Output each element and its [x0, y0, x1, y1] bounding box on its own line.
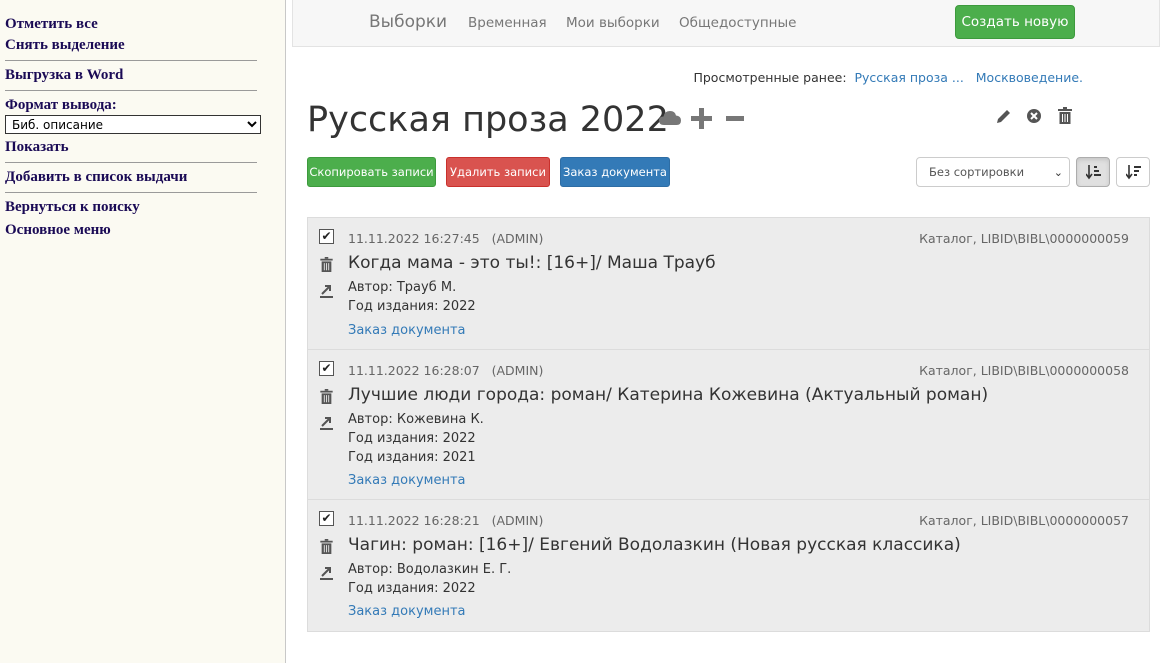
sort-select[interactable]: Без сортировки ⌄	[916, 157, 1070, 187]
show-link[interactable]: Показать	[5, 139, 69, 156]
record-order-link[interactable]: Заказ документа	[348, 604, 466, 619]
navbar: Выборки Временная Мои выборки Общедоступ…	[292, 0, 1160, 47]
record-checkbox[interactable]: ✔	[319, 511, 334, 526]
sort-ascending-icon	[1086, 165, 1101, 180]
record-datetime-value: 11.11.2022 16:27:45	[348, 231, 480, 246]
record-catalog: Каталог, LIBID\BIBL\0000000059	[919, 231, 1129, 246]
sort-ascending-button[interactable]	[1076, 157, 1110, 187]
record-user: (ADMIN)	[491, 513, 544, 528]
divider	[5, 60, 257, 61]
cloud-icon[interactable]	[659, 110, 681, 126]
record-title[interactable]: Когда мама - это ты!: [16+]/ Маша Трауб	[348, 253, 716, 273]
page-title: Русская проза 2022	[307, 100, 669, 140]
divider	[5, 90, 257, 91]
minus-icon[interactable]	[726, 116, 744, 121]
delete-records-button[interactable]: Удалить записи	[446, 157, 550, 187]
record-order-link[interactable]: Заказ документа	[348, 323, 466, 338]
divider	[5, 162, 257, 163]
add-to-issue-link[interactable]: Добавить в список выдачи	[5, 169, 187, 186]
deselect-link[interactable]: Снять выделение	[5, 37, 125, 54]
sort-descending-icon	[1126, 165, 1141, 180]
left-menu-frame: Отметить все Снять выделение Выгрузка в …	[0, 0, 286, 663]
main-menu-link[interactable]: Основное меню	[5, 222, 111, 239]
previously-viewed-link[interactable]: Москвоведение.	[976, 70, 1083, 85]
trash-icon[interactable]	[319, 257, 334, 272]
sort-descending-button[interactable]	[1116, 157, 1150, 187]
records-list: ✔ 11.11.2022 16:27:45 (ADMIN) Каталог, L…	[307, 217, 1150, 632]
pencil-icon[interactable]	[996, 108, 1012, 124]
record-datetime: 11.11.2022 16:28:21 (ADMIN)	[348, 513, 543, 528]
record-title[interactable]: Лучшие люди города: роман/ Катерина Коже…	[348, 385, 988, 405]
record-user: (ADMIN)	[491, 363, 544, 378]
record-year: Год издания: 2022	[348, 299, 476, 314]
main-frame: Выборки Временная Мои выборки Общедоступ…	[287, 0, 1161, 663]
record-year: Год издания: 2022	[348, 431, 476, 446]
record-datetime: 11.11.2022 16:28:07 (ADMIN)	[348, 363, 543, 378]
record-order-link[interactable]: Заказ документа	[348, 473, 466, 488]
record-item: ✔ 11.11.2022 16:28:07 (ADMIN) Каталог, L…	[308, 350, 1149, 500]
record-item: ✔ 11.11.2022 16:27:45 (ADMIN) Каталог, L…	[308, 218, 1149, 350]
format-select[interactable]: Биб. описание	[5, 115, 261, 134]
record-author: Автор: Трауб М.	[348, 280, 457, 295]
trash-icon[interactable]	[319, 389, 334, 404]
record-user: (ADMIN)	[491, 231, 544, 246]
plus-icon[interactable]	[691, 108, 712, 129]
order-document-button[interactable]: Заказ документа	[560, 157, 670, 187]
record-datetime-value: 11.11.2022 16:28:07	[348, 363, 480, 378]
record-datetime-value: 11.11.2022 16:28:21	[348, 513, 480, 528]
record-catalog: Каталог, LIBID\BIBL\0000000057	[919, 513, 1129, 528]
copy-records-button[interactable]: Скопировать записи	[307, 157, 436, 187]
export-word-link[interactable]: Выгрузка в Word	[5, 67, 123, 84]
record-checkbox[interactable]: ✔	[319, 229, 334, 244]
record-datetime: 11.11.2022 16:27:45 (ADMIN)	[348, 231, 543, 246]
nav-temporary[interactable]: Временная	[468, 15, 547, 31]
previously-viewed-label: Просмотренные ранее:	[693, 70, 847, 85]
previously-viewed: Просмотренные ранее: Русская проза ... М…	[693, 70, 1083, 85]
trash-icon[interactable]	[319, 539, 334, 554]
record-checkbox[interactable]: ✔	[319, 361, 334, 376]
record-year: Год издания: 2022	[348, 581, 476, 596]
back-to-search-link[interactable]: Вернуться к поиску	[5, 199, 140, 216]
record-catalog: Каталог, LIBID\BIBL\0000000058	[919, 363, 1129, 378]
previously-viewed-link[interactable]: Русская проза ...	[855, 70, 964, 85]
trash-icon[interactable]	[1058, 107, 1072, 124]
export-icon[interactable]	[319, 283, 334, 298]
navbar-brand[interactable]: Выборки	[369, 12, 447, 32]
divider	[5, 192, 257, 193]
format-label: Формат вывода:	[5, 97, 117, 113]
export-icon[interactable]	[319, 415, 334, 430]
record-item: ✔ 11.11.2022 16:28:21 (ADMIN) Каталог, L…	[308, 500, 1149, 631]
close-circle-icon[interactable]	[1026, 108, 1042, 124]
create-new-button[interactable]: Создать новую	[955, 5, 1075, 39]
nav-public[interactable]: Общедоступные	[679, 15, 796, 31]
record-title[interactable]: Чагин: роман: [16+]/ Евгений Водолазкин …	[348, 535, 961, 555]
select-all-link[interactable]: Отметить все	[5, 16, 98, 33]
record-year: Год издания: 2021	[348, 450, 476, 465]
nav-my-selections[interactable]: Мои выборки	[566, 15, 660, 31]
record-author: Автор: Водолазкин Е. Г.	[348, 562, 512, 577]
export-icon[interactable]	[319, 565, 334, 580]
chevron-down-icon: ⌄	[1053, 166, 1063, 179]
record-author: Автор: Кожевина К.	[348, 412, 484, 427]
sort-select-value: Без сортировки	[929, 165, 1025, 179]
